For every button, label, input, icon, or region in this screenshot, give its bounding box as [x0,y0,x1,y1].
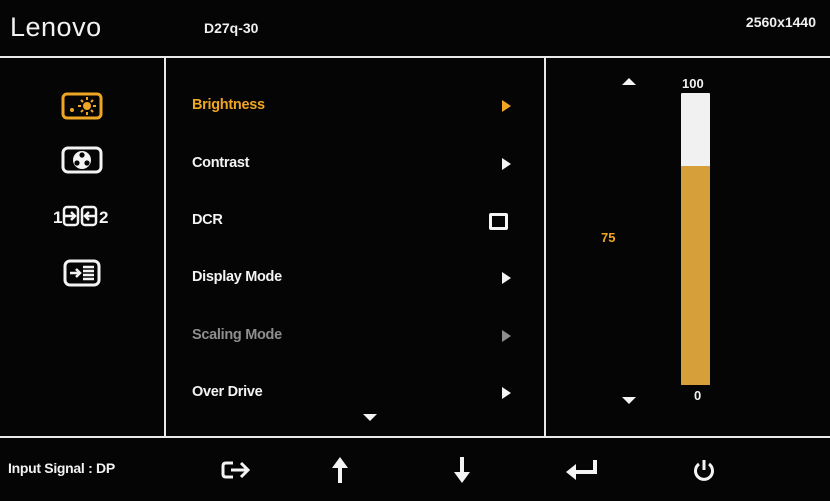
chevron-right-icon [502,330,511,342]
picture-settings-icon [61,92,103,120]
exit-button[interactable] [216,450,256,490]
dcr-checkbox[interactable] [489,213,508,230]
slider-value-label: 75 [601,230,616,245]
brightness-slider[interactable] [681,93,710,385]
category-column: 1 2 [0,58,164,436]
input-signal-status: Input Signal : DP [8,460,115,476]
menu-list: Brightness Contrast DCR Display Mode Sca… [166,58,544,436]
menu-item-label: Over Drive [192,384,263,400]
exit-icon [221,461,251,479]
slider-max-label: 100 [682,76,704,91]
monitor-osd: Lenovo D27q-30 2560x1440 1 2 Brightness … [0,0,830,501]
input-one-label: 1 [53,208,62,227]
menu-item-scaling-mode: Scaling Mode [166,316,544,356]
arrow-down-icon [454,457,470,483]
category-input-source[interactable]: 1 2 [53,199,111,233]
chevron-right-icon [502,158,511,170]
brightness-slider-panel: 100 75 0 [546,58,830,436]
menu-item-over-drive[interactable]: Over Drive [166,373,544,413]
category-menu-settings[interactable] [53,256,111,290]
osd-header: Lenovo D27q-30 2560x1440 [0,0,830,56]
model-name: D27q-30 [204,20,259,36]
chevron-right-icon [502,100,511,112]
menu-item-dcr[interactable]: DCR [166,201,544,241]
slider-fill [681,166,710,385]
down-button[interactable] [442,450,482,490]
category-color[interactable] [53,143,111,177]
chevron-right-icon [502,387,511,399]
arrow-up-icon [332,457,348,483]
menu-item-label: Contrast [192,155,250,171]
menu-item-brightness[interactable]: Brightness [166,86,544,126]
slider-min-label: 0 [694,388,702,403]
enter-icon [566,460,597,480]
resolution-readout: 2560x1440 [745,14,816,30]
power-icon [694,460,714,481]
enter-button[interactable] [562,450,602,490]
input-two-label: 2 [99,208,108,227]
slider-down-icon[interactable] [622,397,636,404]
category-picture[interactable] [53,89,111,123]
chevron-right-icon [502,272,511,284]
menu-item-label: DCR [192,212,223,228]
menu-item-display-mode[interactable]: Display Mode [166,258,544,298]
osd-footer: Input Signal : DP [0,438,830,501]
menu-item-label: Scaling Mode [192,327,282,343]
menu-item-label: Brightness [192,97,265,113]
power-button[interactable] [684,450,724,490]
slider-up-icon[interactable] [622,78,636,85]
chevron-down-icon[interactable] [363,414,377,421]
input-source-icon: 1 2 [53,205,108,227]
menu-item-contrast[interactable]: Contrast [166,144,544,184]
up-button[interactable] [320,450,360,490]
brand-logo: Lenovo [10,12,102,42]
menu-settings-icon [63,259,101,287]
color-settings-icon [61,146,103,174]
menu-item-label: Display Mode [192,269,282,285]
